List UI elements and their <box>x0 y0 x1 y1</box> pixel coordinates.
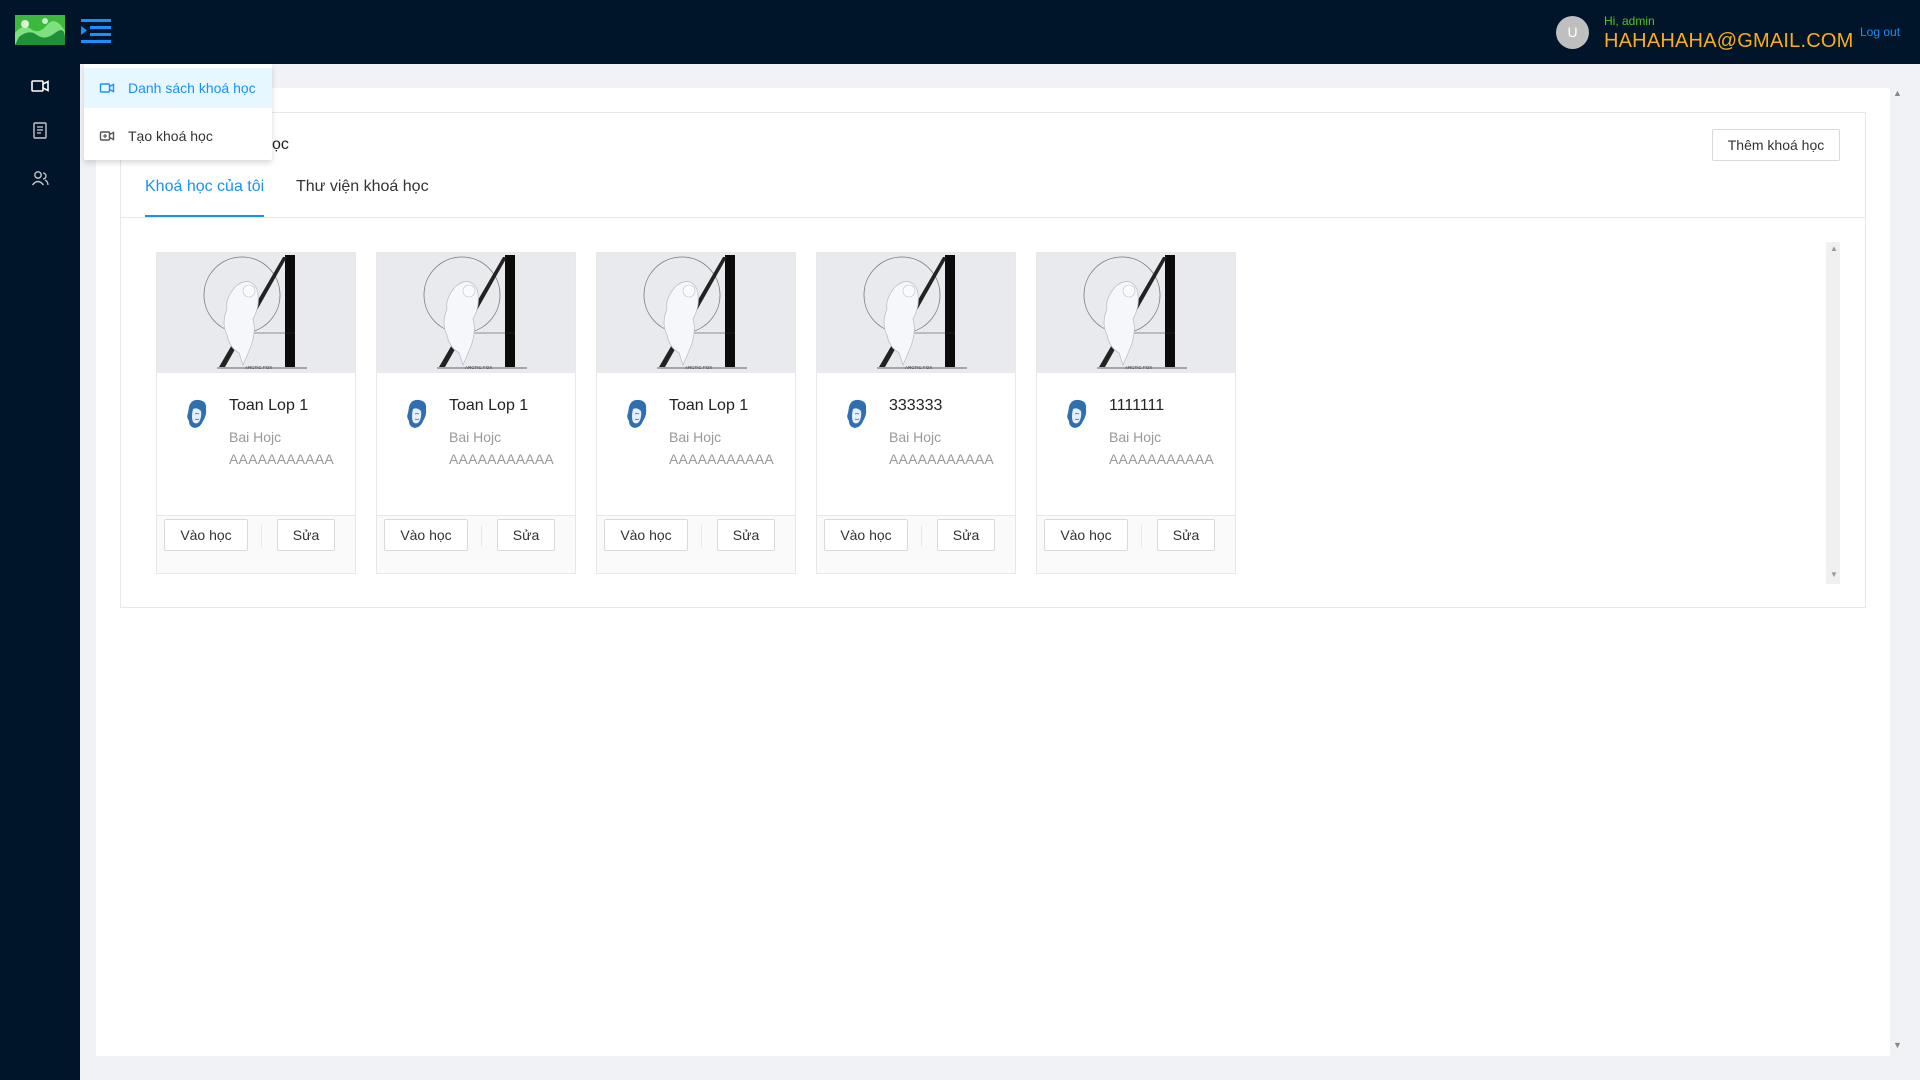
course-list-scrollbar[interactable]: ▲ ▼ <box>1826 242 1840 584</box>
video-add-icon <box>99 128 115 144</box>
sidebar <box>0 64 80 1080</box>
cover-caption: ARCTIC FOX <box>685 365 712 370</box>
course-cover-image[interactable]: ARCTIC FOX <box>817 253 1015 373</box>
cover-caption: ARCTIC FOX <box>245 365 272 370</box>
enter-course-button[interactable]: Vào học <box>164 519 248 551</box>
course-description: AAAAAAAAAAA <box>669 451 774 467</box>
action-divider <box>261 525 262 547</box>
logout-link[interactable]: Log out <box>1860 25 1900 39</box>
course-description: AAAAAAAAAAA <box>1109 451 1214 467</box>
course-title: 1111111 <box>1109 397 1165 414</box>
users-icon[interactable] <box>30 168 50 188</box>
edit-course-button[interactable]: Sửa <box>277 519 335 551</box>
course-subtitle: Bai Hojc <box>449 429 502 445</box>
edit-course-button[interactable]: Sửa <box>497 519 555 551</box>
action-divider <box>701 525 702 547</box>
course-cover-image[interactable]: ARCTIC FOX <box>1037 253 1235 373</box>
video-icon[interactable] <box>30 76 50 96</box>
author-avatar <box>181 397 211 431</box>
course-card: ARCTIC FOX Toan Lop 1 Bai Hojc AAAAAAAAA… <box>156 252 356 574</box>
menu-item-course-list[interactable]: Danh sách khoá học <box>84 68 272 108</box>
document-list-icon[interactable] <box>30 120 50 140</box>
tab-course-library[interactable]: Thư viện khoá học <box>296 178 429 196</box>
course-description: AAAAAAAAAAA <box>449 451 554 467</box>
course-subtitle: Bai Hojc <box>889 429 942 445</box>
cover-caption: ARCTIC FOX <box>1125 365 1152 370</box>
course-subtitle: Bai Hojc <box>669 429 722 445</box>
action-divider <box>1141 525 1142 547</box>
scroll-down-icon[interactable]: ▼ <box>1830 570 1838 579</box>
cover-caption: ARCTIC FOX <box>465 365 492 370</box>
enter-course-button[interactable]: Vào học <box>604 519 688 551</box>
course-cover-image[interactable]: ARCTIC FOX <box>377 253 575 373</box>
menu-item-label: Danh sách khoá học <box>128 80 256 96</box>
edit-course-button[interactable]: Sửa <box>717 519 775 551</box>
course-card: ARCTIC FOX 1111111 Bai Hojc AAAAAAAAAAA … <box>1036 252 1236 574</box>
video-icon <box>99 80 115 96</box>
course-card: ARCTIC FOX Toan Lop 1 Bai Hojc AAAAAAAAA… <box>376 252 576 574</box>
tabs-divider <box>121 217 1865 218</box>
course-card: ARCTIC FOX 333333 Bai Hojc AAAAAAAAAAA V… <box>816 252 1016 574</box>
panel-title: ọc <box>272 136 289 153</box>
enter-course-button[interactable]: Vào học <box>384 519 468 551</box>
user-avatar[interactable]: U <box>1556 16 1589 49</box>
action-divider <box>481 525 482 547</box>
course-title: Toan Lop 1 <box>669 397 749 414</box>
author-avatar <box>841 397 871 431</box>
author-avatar <box>1061 397 1091 431</box>
course-title: 333333 <box>889 397 943 414</box>
action-divider <box>921 525 922 547</box>
edit-course-button[interactable]: Sửa <box>1157 519 1215 551</box>
course-card: ARCTIC FOX Toan Lop 1 Bai Hojc AAAAAAAAA… <box>596 252 796 574</box>
course-description: AAAAAAAAAAA <box>229 451 334 467</box>
menu-item-label: Tạo khoá học <box>128 128 213 144</box>
course-cover-image[interactable]: ARCTIC FOX <box>597 253 795 373</box>
course-description: AAAAAAAAAAA <box>889 451 994 467</box>
add-course-button[interactable]: Thêm khoá học <box>1712 129 1840 161</box>
active-tab-indicator <box>145 215 264 217</box>
page-scroll-down-icon[interactable]: ▼ <box>1893 1040 1902 1050</box>
tab-my-courses[interactable]: Khoá học của tôi <box>145 178 264 196</box>
enter-course-button[interactable]: Vào học <box>824 519 908 551</box>
cover-caption: ARCTIC FOX <box>905 365 932 370</box>
course-subtitle: Bai Hojc <box>229 429 282 445</box>
author-avatar <box>401 397 431 431</box>
edit-course-button[interactable]: Sửa <box>937 519 995 551</box>
app-logo[interactable] <box>15 15 65 45</box>
course-title: Toan Lop 1 <box>229 397 309 414</box>
user-email: HAHAHAHA@GMAIL.COM <box>1604 30 1854 52</box>
page-scroll-up-icon[interactable]: ▲ <box>1893 88 1902 98</box>
course-menu-dropdown: Danh sách khoá học Tạo khoá học <box>84 64 272 160</box>
enter-course-button[interactable]: Vào học <box>1044 519 1128 551</box>
menu-item-create-course[interactable]: Tạo khoá học <box>84 116 272 156</box>
top-bar: U Hi, admin HAHAHAHA@GMAIL.COM Log out <box>0 0 1920 64</box>
course-subtitle: Bai Hojc <box>1109 429 1162 445</box>
author-avatar <box>621 397 651 431</box>
scroll-up-icon[interactable]: ▲ <box>1830 244 1838 253</box>
menu-toggle-icon[interactable] <box>81 18 111 44</box>
course-title: Toan Lop 1 <box>449 397 529 414</box>
course-cover-image[interactable]: ARCTIC FOX <box>157 253 355 373</box>
greeting-text: Hi, admin <box>1604 14 1655 28</box>
